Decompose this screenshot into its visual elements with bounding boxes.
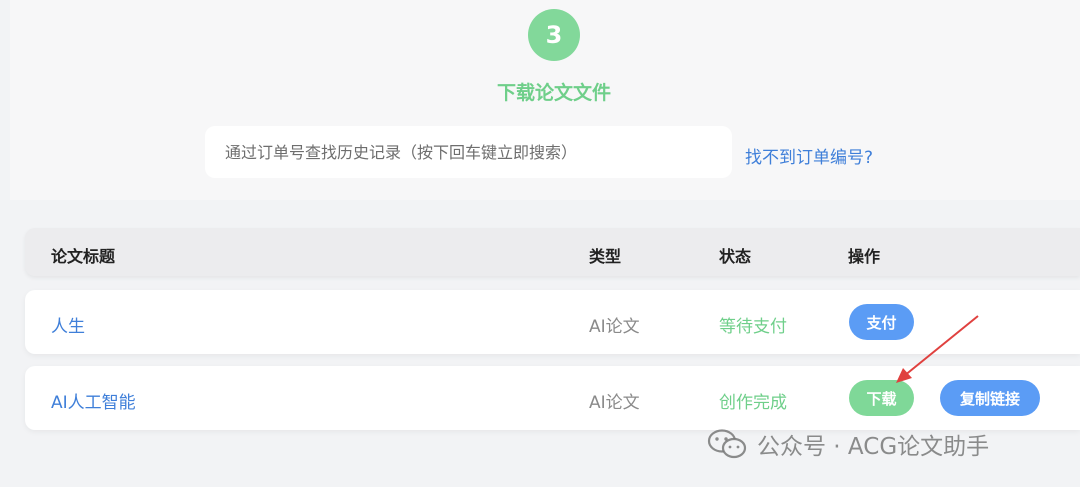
copy-link-button[interactable]: 复制链接 [940,380,1040,416]
paper-type: AI论文 [589,317,640,337]
order-number-help-link[interactable]: 找不到订单编号? [745,143,873,168]
column-header-actions: 操作 [848,247,881,266]
paper-title-link[interactable]: 人生 [51,312,85,337]
watermark: 公众号 · ACG论文助手 [707,427,989,461]
paper-title-link[interactable]: AI人工智能 [51,388,136,413]
step-title: 下载论文文件 [496,82,611,104]
order-search-input[interactable] [205,126,732,178]
table-header: 论文标题 类型 状态 操作 [25,228,1080,276]
step-number-badge: 3 [528,9,580,61]
paper-type: AI论文 [589,393,640,413]
table-row: 人生 AI论文 等待支付 支付 [25,290,1080,354]
download-button[interactable]: 下载 [849,380,914,416]
column-header-type: 类型 [589,247,622,266]
status-text: 创作完成 [719,393,787,413]
watermark-text: 公众号 · ACG论文助手 [757,434,990,460]
pay-button[interactable]: 支付 [849,304,914,340]
status-text: 等待支付 [719,317,787,337]
page: 3 下载论文文件 找不到订单编号? 论文标题 类型 状态 操作 人生 AI论文 … [0,0,1080,487]
column-header-title: 论文标题 [51,247,116,266]
column-header-status: 状态 [719,247,752,266]
table-row: AI人工智能 AI论文 创作完成 下载 复制链接 [25,366,1080,430]
wechat-icon [707,429,747,459]
